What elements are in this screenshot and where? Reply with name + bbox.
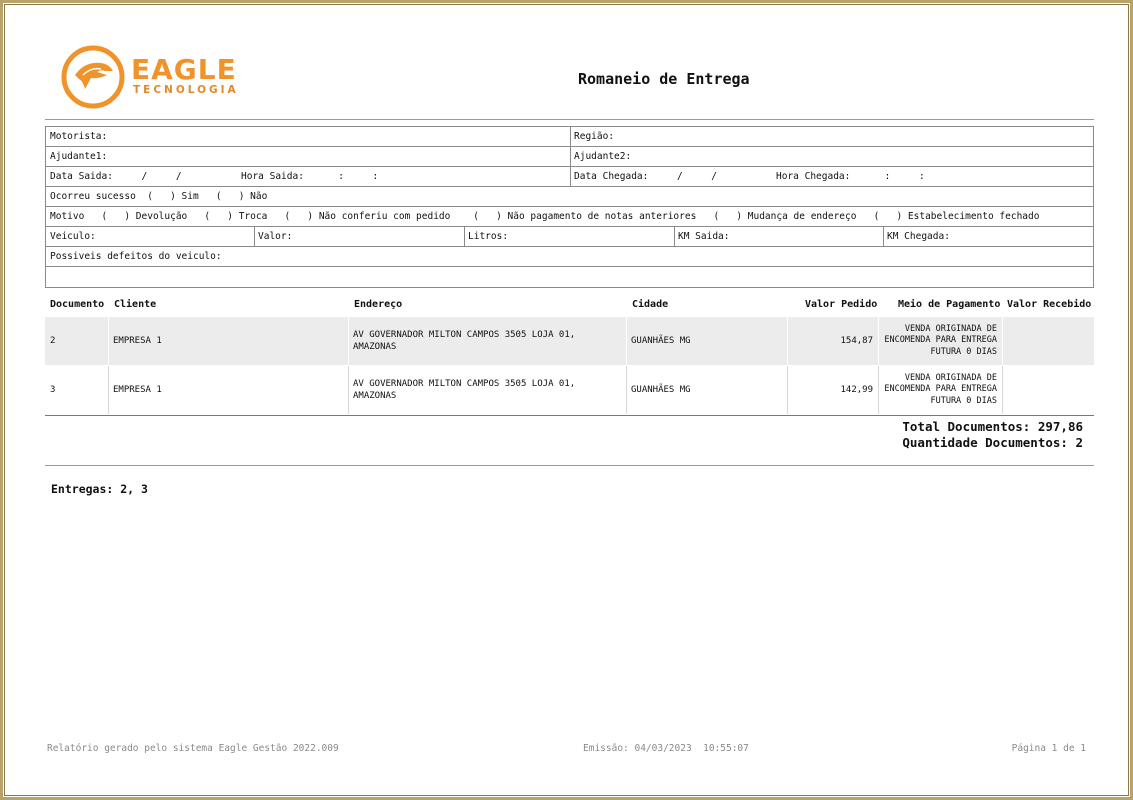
report-page: EAGLE TECNOLOGIA Romaneio de Entrega Mot… xyxy=(0,0,1133,800)
data-saida-field: Data Saida: / / xyxy=(50,171,182,182)
col-header-cliente: Cliente xyxy=(114,299,157,310)
cell-valor-pedido: 154,87 xyxy=(840,336,873,346)
km-chegada-field: KM Chegada: xyxy=(887,231,950,242)
table-row: 3 EMPRESA 1 AV GOVERNADOR MILTON CAMPOS … xyxy=(45,366,1094,414)
col-header-valor-pedido: Valor Pedido xyxy=(805,299,878,310)
table-bottom-divider xyxy=(45,415,1094,416)
valor-field: Valor: xyxy=(258,231,293,242)
cell-meio-pagamento: VENDA ORIGINADA DE ENCOMENDA PARA ENTREG… xyxy=(884,372,997,406)
ajudante1-field: Ajudante1: xyxy=(50,151,108,162)
cell-documento: 2 xyxy=(50,336,56,346)
cell-cliente: EMPRESA 1 xyxy=(113,385,162,395)
form-row-ocorreu: Ocorreu sucesso ( ) Sim ( ) Não xyxy=(46,187,1093,207)
header-divider xyxy=(45,119,1094,120)
totals-block: Total Documentos: 297,86 Quantidade Docu… xyxy=(902,419,1083,451)
col-header-meio-pagamento: Meio de Pagamento xyxy=(898,299,1001,310)
col-header-valor-recebido: Valor Recebido xyxy=(1007,299,1092,310)
cell-valor-pedido: 142,99 xyxy=(840,385,873,395)
cell-documento: 3 xyxy=(50,385,56,395)
form-row-veiculo: Veiculo: Valor: Litros: KM Saida: KM Che… xyxy=(46,227,1093,247)
logo-subtitle: TECNOLOGIA xyxy=(133,84,239,96)
litros-field: Litros: xyxy=(468,231,509,242)
cell-meio-pagamento: VENDA ORIGINADA DE ENCOMENDA PARA ENTREG… xyxy=(884,323,997,357)
ajudante2-field: Ajudante2: xyxy=(574,151,632,162)
veiculo-field: Veiculo: xyxy=(50,231,96,242)
entregas-summary: Entregas: 2, 3 xyxy=(51,482,148,496)
col-header-documento: Documento xyxy=(50,299,105,310)
col-header-endereco: Endereço xyxy=(354,299,403,310)
form-row-defeitos: Possiveis defeitos do veiculo: xyxy=(46,247,1093,267)
eagle-logo-icon xyxy=(61,45,125,109)
cell-cliente: EMPRESA 1 xyxy=(113,336,162,346)
cell-cidade: GUANHÃES MG xyxy=(631,385,691,395)
regiao-field: Região: xyxy=(574,131,615,142)
form-row-motorista: Motorista: Região: xyxy=(46,127,1093,147)
page-title: Romaneio de Entrega xyxy=(578,70,750,88)
company-logo: EAGLE TECNOLOGIA xyxy=(61,45,241,111)
quantidade-documentos: Quantidade Documentos: 2 xyxy=(902,435,1083,450)
form-row-ajudantes: Ajudante1: Ajudante2: xyxy=(46,147,1093,167)
form-row-motivo: Motivo ( ) Devolução ( ) Troca ( ) Não c… xyxy=(46,207,1093,227)
ocorreu-sucesso-field: Ocorreu sucesso ( ) Sim ( ) Não xyxy=(50,191,268,202)
hora-chegada-field: Hora Chegada: : : xyxy=(776,171,925,182)
footer-page-number: Página 1 de 1 xyxy=(1011,743,1086,754)
total-documentos: Total Documentos: 297,86 xyxy=(902,419,1083,434)
table-row: 2 EMPRESA 1 AV GOVERNADOR MILTON CAMPOS … xyxy=(45,317,1094,365)
cell-cidade: GUANHÃES MG xyxy=(631,336,691,346)
delivery-form: Motorista: Região: Ajudante1: Ajudante2:… xyxy=(45,126,1094,288)
km-saida-field: KM Saida: xyxy=(678,231,730,242)
data-chegada-field: Data Chegada: / / xyxy=(574,171,717,182)
motivo-field: Motivo ( ) Devolução ( ) Troca ( ) Não c… xyxy=(50,211,1040,222)
form-row-blank xyxy=(46,267,1093,287)
hora-saida-field: Hora Saida: : : xyxy=(241,171,379,182)
motorista-field: Motorista: xyxy=(50,131,108,142)
footer-generated-by: Relatório gerado pelo sistema Eagle Gest… xyxy=(47,743,339,754)
cell-endereco: AV GOVERNADOR MILTON CAMPOS 3505 LOJA 01… xyxy=(353,379,576,401)
cell-endereco: AV GOVERNADOR MILTON CAMPOS 3505 LOJA 01… xyxy=(353,330,576,352)
cell-valor-recebido xyxy=(1002,366,1094,414)
footer-emission-date: Emissão: 04/03/2023 10:55:07 xyxy=(583,743,749,754)
defeitos-field: Possiveis defeitos do veiculo: xyxy=(50,251,222,262)
logo-wordmark: EAGLE xyxy=(131,53,237,86)
col-header-cidade: Cidade xyxy=(632,299,669,310)
cell-valor-recebido xyxy=(1002,317,1094,365)
totals-divider xyxy=(45,465,1094,466)
form-row-datas: Data Saida: / / Hora Saida: : : Data Che… xyxy=(46,167,1093,187)
